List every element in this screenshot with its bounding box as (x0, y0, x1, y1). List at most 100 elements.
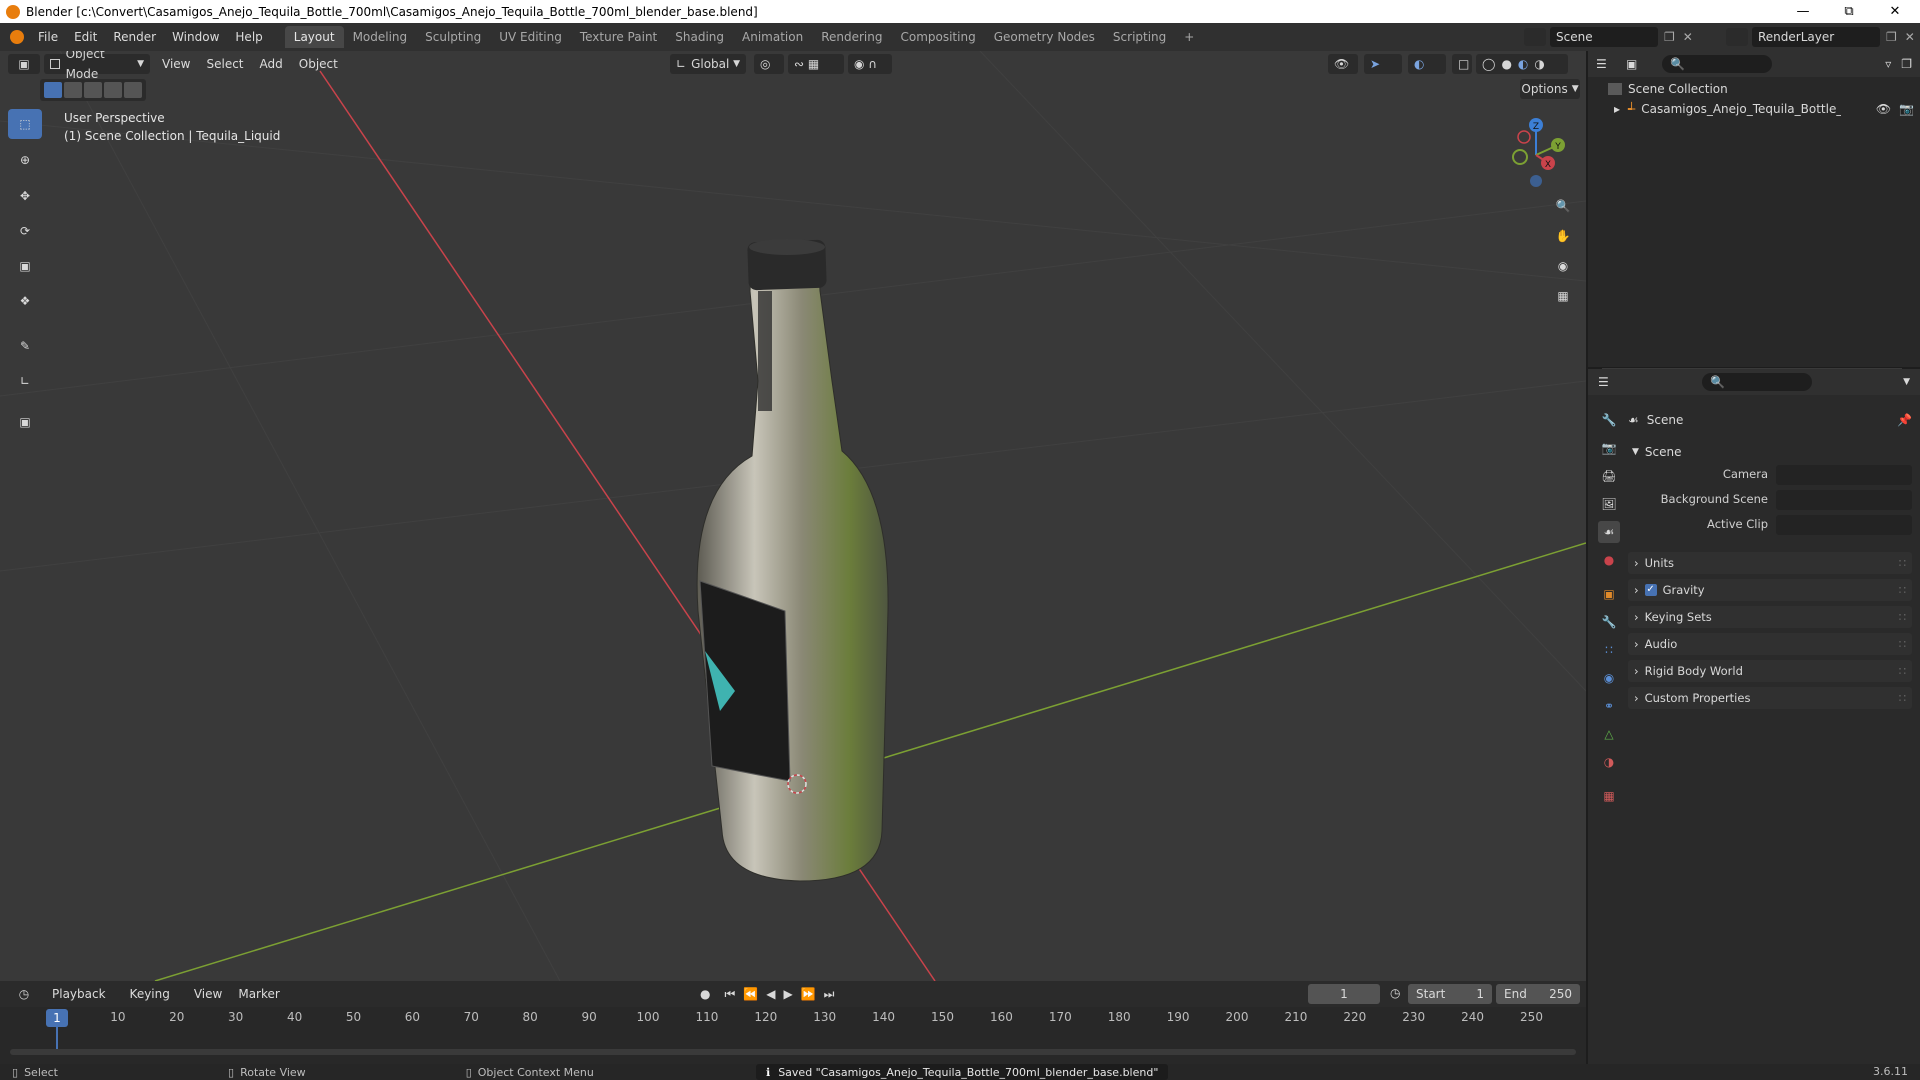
tab-animation[interactable]: Animation (733, 26, 812, 48)
background-scene-field[interactable] (1776, 490, 1912, 510)
minimize-icon[interactable]: — (1780, 0, 1826, 23)
solid-shading-icon[interactable]: ● (1501, 54, 1511, 74)
transform-tool-icon[interactable]: ❖ (8, 286, 42, 316)
tab-sculpting[interactable]: Sculpting (416, 26, 490, 48)
jump-end-icon[interactable]: ⏭ (824, 987, 835, 1002)
gizmo-toggle-icon[interactable]: ➤ (1364, 54, 1402, 74)
new-collection-icon[interactable]: ❐ (1901, 57, 1912, 71)
timeline-menu-keying[interactable]: Keying (122, 983, 186, 1005)
constraints-tab-icon[interactable]: ⚭ (1598, 695, 1620, 717)
active-clip-field[interactable] (1776, 515, 1912, 535)
section-keying-sets[interactable]: › Keying Sets ∷ (1628, 606, 1912, 628)
measure-tool-icon[interactable]: ∟ (8, 366, 42, 396)
rotate-tool-icon[interactable]: ⟳ (8, 216, 42, 246)
delete-view-layer-icon[interactable]: ✕ (1905, 30, 1915, 44)
scene-collection-row[interactable]: Scene Collection (1608, 79, 1728, 99)
proportional-editing-icon[interactable]: ◉ ∩ (848, 54, 892, 74)
jump-start-icon[interactable]: ⏮ (724, 987, 735, 1002)
zoom-icon[interactable]: 🔍 (1550, 193, 1576, 219)
filter-icon[interactable]: ▿ (1885, 57, 1891, 71)
eye-icon[interactable]: 👁 (1876, 102, 1891, 116)
playhead[interactable]: 1 (46, 1009, 68, 1027)
3d-viewport[interactable]: ▣ Object Mode ▼ View Select Add Object ∟ Gl… (0, 51, 1586, 981)
current-frame-field[interactable]: 1 (1308, 984, 1380, 1004)
tab-rendering[interactable]: Rendering (812, 26, 891, 48)
jump-keyframe-back-icon[interactable]: ⏪ (743, 987, 758, 1001)
annotate-tool-icon[interactable]: ✎ (8, 331, 42, 361)
editor-type-icon[interactable]: ▣ (8, 54, 40, 74)
timeline-menu-playback[interactable]: Playback (44, 983, 122, 1005)
data-tab-icon[interactable]: △ (1598, 723, 1620, 745)
section-audio[interactable]: › Audio ∷ (1628, 633, 1912, 655)
timeline-menu-marker[interactable]: Marker (230, 983, 287, 1005)
tab-geometry-nodes[interactable]: Geometry Nodes (985, 26, 1104, 48)
end-frame-field[interactable]: End 250 (1496, 984, 1580, 1004)
cursor-tool-icon[interactable]: ⊕ (8, 145, 42, 175)
outliner-search-input[interactable]: 🔍 (1662, 55, 1772, 73)
section-gravity[interactable]: › ✓ Gravity ∷ (1628, 579, 1912, 601)
view-layer-selector[interactable]: RenderLayer ❐ ✕ (1726, 26, 1915, 48)
select-invert-icon[interactable] (104, 82, 122, 98)
blender-menu-icon[interactable] (10, 30, 24, 44)
camera-restrict-icon[interactable]: 📷 (1899, 102, 1914, 116)
play-reverse-icon[interactable]: ◀ (766, 987, 775, 1001)
viewport-menu-view[interactable]: View (154, 53, 198, 75)
frame-rate-icon[interactable]: ◷ (1390, 986, 1400, 1000)
drag-handle-icon[interactable]: ∷ (1899, 637, 1906, 651)
select-intersect-icon[interactable] (124, 82, 142, 98)
tab-uv-editing[interactable]: UV Editing (490, 26, 571, 48)
pivot-point-icon[interactable]: ◎ (754, 54, 784, 74)
transform-orientation-dropdown[interactable]: ∟ Global ▼ (670, 54, 746, 74)
material-preview-icon[interactable]: ◐ (1518, 54, 1528, 74)
outliner-editor-type-icon[interactable]: ☰ (1596, 57, 1626, 71)
modifier-tab-icon[interactable]: 🔧 (1598, 611, 1620, 633)
scene-selector[interactable]: Scene ❐ ✕ (1524, 26, 1693, 48)
tab-scripting[interactable]: Scripting (1104, 26, 1175, 48)
tab-compositing[interactable]: Compositing (891, 26, 984, 48)
pin-icon[interactable]: 📌 (1897, 413, 1912, 427)
properties-editor-type-icon[interactable]: ☰ (1598, 375, 1628, 389)
play-icon[interactable]: ▶ (783, 987, 792, 1001)
tool-tab-icon[interactable]: 🔧 (1598, 409, 1620, 431)
jump-keyframe-forward-icon[interactable]: ⏩ (801, 987, 816, 1001)
outliner-item[interactable]: ▸ ┵ Casamigos_Anejo_Tequila_Bottle_700m 👁 📷 (1614, 99, 1914, 119)
viewport-menu-add[interactable]: Add (252, 53, 291, 75)
close-icon[interactable]: ✕ (1872, 0, 1918, 23)
timeline-scrollbar[interactable] (10, 1049, 1576, 1055)
properties-search-input[interactable]: 🔍 (1702, 373, 1812, 391)
menu-window[interactable]: Window (164, 26, 227, 48)
visibility-icon[interactable]: 👁 (1328, 54, 1358, 74)
timeline-ruler[interactable]: 10 20 30 40 50 60 70 80 90 100 110 120 130 140 150 160 1… (0, 1007, 1586, 1029)
chevron-down-icon[interactable]: ▼ (1903, 377, 1910, 387)
viewport-menu-object[interactable]: Object (291, 53, 346, 75)
overlays-icon[interactable]: ◐ (1408, 54, 1446, 74)
delete-scene-icon[interactable]: ✕ (1683, 30, 1693, 44)
viewport-menu-select[interactable]: Select (198, 53, 251, 75)
navigation-gizmo[interactable]: Z Y X (1492, 111, 1572, 191)
world-tab-icon[interactable]: ● (1598, 549, 1620, 571)
select-extend-icon[interactable] (64, 82, 82, 98)
move-tool-icon[interactable]: ✥ (8, 181, 42, 211)
menu-help[interactable]: Help (227, 26, 270, 48)
maximize-icon[interactable]: ⧉ (1826, 0, 1872, 23)
drag-handle-icon[interactable]: ∷ (1899, 610, 1906, 624)
record-icon[interactable]: ● (700, 987, 710, 1001)
snapping-icon[interactable]: ∾ ▦ (788, 54, 844, 74)
drag-handle-icon[interactable]: ∷ (1899, 556, 1906, 570)
menu-render[interactable]: Render (105, 26, 164, 48)
menu-file[interactable]: File (30, 26, 66, 48)
xray-icon[interactable]: □ (1452, 54, 1472, 74)
add-workspace-button[interactable]: + (1175, 26, 1203, 48)
object-tab-icon[interactable]: ▣ (1598, 583, 1620, 605)
camera-field[interactable] (1776, 465, 1912, 485)
display-mode-icon[interactable]: ▣ (1626, 57, 1656, 71)
drag-handle-icon[interactable]: ∷ (1899, 691, 1906, 705)
view-layer-name-field[interactable]: RenderLayer (1752, 27, 1880, 47)
scene-name-field[interactable]: Scene (1550, 27, 1658, 47)
add-cube-tool-icon[interactable]: ▣ (8, 407, 42, 437)
particles-tab-icon[interactable]: ∷ (1598, 639, 1620, 661)
options-dropdown[interactable]: Options ▼ (1520, 79, 1580, 99)
tab-layout[interactable]: Layout (284, 26, 344, 48)
tab-shading[interactable]: Shading (666, 26, 733, 48)
wireframe-shading-icon[interactable]: ◯ (1482, 54, 1495, 74)
